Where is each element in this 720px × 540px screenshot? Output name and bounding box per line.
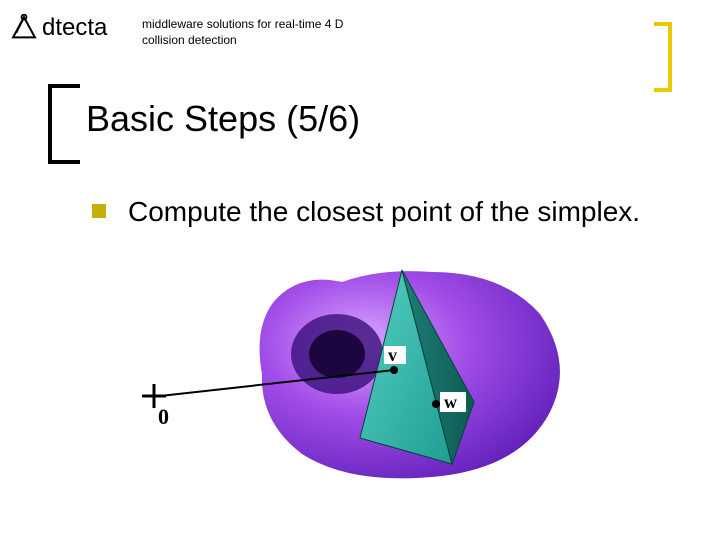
slide-title: Basic Steps (5/6) (86, 98, 360, 140)
logo-mark-icon (8, 14, 40, 42)
point-w (432, 400, 440, 408)
tagline: middleware solutions for real-time 4 D c… (142, 16, 382, 48)
label-v: v (388, 345, 397, 365)
bracket-right-icon (654, 22, 672, 92)
point-v (390, 366, 398, 374)
simplex-figure: 0 v w (142, 264, 582, 494)
logo-text: dtecta (42, 14, 107, 42)
logo: dtecta (8, 14, 107, 42)
bracket-left-icon (48, 84, 80, 164)
bullet-marker-icon (92, 204, 106, 218)
bullet-text: Compute the closest point of the simplex… (128, 194, 640, 229)
origin-label: 0 (158, 404, 169, 429)
label-w: w (444, 392, 457, 412)
